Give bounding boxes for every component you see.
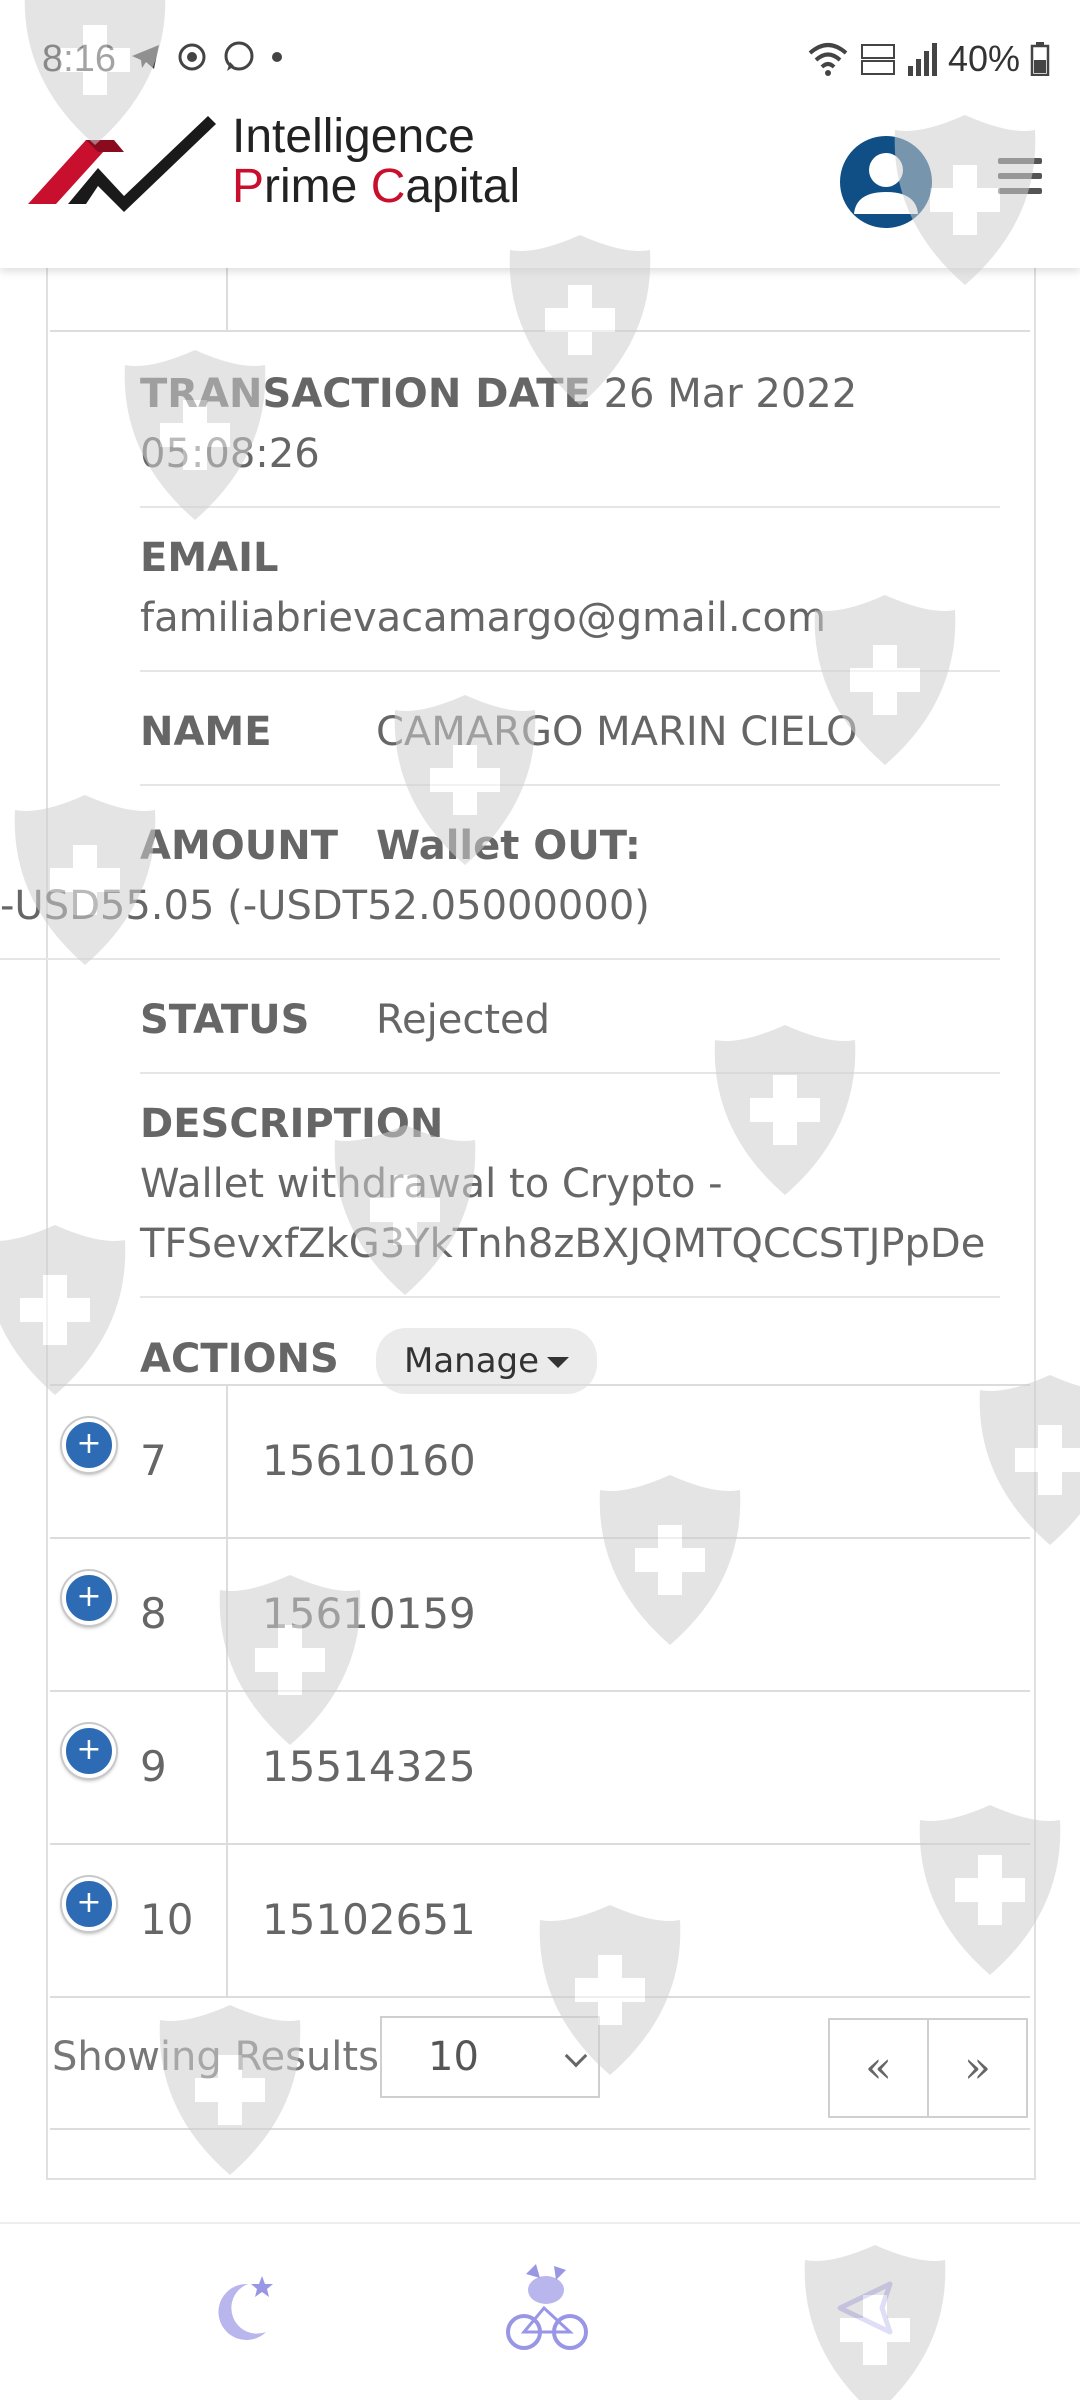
user-icon bbox=[854, 153, 918, 214]
logo-mark-icon bbox=[28, 116, 216, 212]
row-number: 10 bbox=[140, 1895, 194, 1944]
signal-icon bbox=[907, 43, 937, 76]
page-size-select[interactable]: 10 bbox=[380, 2016, 600, 2098]
chevron-down-icon bbox=[564, 2044, 588, 2068]
row-number: 7 bbox=[140, 1436, 167, 1485]
showing-results-label: Showing Results bbox=[52, 2034, 379, 2080]
status-value: Rejected bbox=[376, 997, 551, 1043]
bottom-nav bbox=[0, 2222, 1080, 2400]
pagination: « » bbox=[828, 2018, 1028, 2118]
sync-icon bbox=[178, 43, 206, 71]
logo-line-2: Prime Capital bbox=[232, 160, 521, 213]
next-page-button[interactable]: » bbox=[929, 2020, 1026, 2116]
detail-email: EMAIL familiabrievacamargo@gmail.com bbox=[140, 508, 1000, 672]
row-id: 15610159 bbox=[262, 1589, 476, 1638]
expand-row-button[interactable]: + bbox=[62, 1418, 116, 1472]
user-avatar-button[interactable] bbox=[840, 136, 932, 228]
previous-page-button[interactable]: « bbox=[830, 2020, 929, 2116]
expand-row-button[interactable]: + bbox=[62, 1571, 116, 1625]
volte-icon bbox=[860, 44, 895, 75]
logo-line-1: Intelligence bbox=[232, 110, 475, 163]
expand-row-button[interactable]: + bbox=[62, 1877, 116, 1931]
row-id: 15610160 bbox=[262, 1436, 476, 1485]
company-logo[interactable]: Intelligence Prime Capital bbox=[28, 112, 520, 212]
detail-status: STATUS Rejected bbox=[140, 960, 1000, 1074]
row-id: 15514325 bbox=[262, 1742, 476, 1791]
battery-percentage: 40% bbox=[947, 38, 1020, 79]
detail-amount: AMOUNT Wallet OUT: -USD55.05 (-USDT52.050… bbox=[0, 786, 1000, 960]
table-row[interactable]: + 10 15102651 bbox=[50, 1843, 1030, 1998]
wifi-icon bbox=[808, 43, 848, 76]
table-row[interactable]: + 7 15610160 bbox=[50, 1384, 1030, 1539]
battery-icon bbox=[1030, 42, 1050, 76]
status-time: 8:16 bbox=[42, 38, 116, 80]
detail-description: DESCRIPTION Wallet withdrawal to Crypto … bbox=[140, 1074, 1000, 1298]
dot-icon bbox=[272, 52, 282, 62]
row-number: 9 bbox=[140, 1742, 167, 1791]
whatsapp-icon bbox=[224, 41, 254, 71]
row-id: 15102651 bbox=[262, 1895, 476, 1944]
cyclist-mascot-icon[interactable] bbox=[496, 2256, 596, 2356]
expand-row-button[interactable]: + bbox=[62, 1724, 116, 1778]
detail-name: NAME CAMARGO MARIN CIELO bbox=[140, 672, 1000, 786]
hamburger-menu-icon[interactable] bbox=[998, 158, 1042, 194]
telegram-icon bbox=[132, 45, 159, 69]
table-row[interactable]: + 9 15514325 bbox=[50, 1690, 1030, 1845]
transaction-details: TRANSACTION DATE 26 Mar 2022 05:08:26 EM… bbox=[0, 334, 1000, 1416]
detail-transaction-date: TRANSACTION DATE 26 Mar 2022 05:08:26 bbox=[140, 334, 1000, 508]
moon-star-icon[interactable] bbox=[196, 2262, 286, 2352]
caret-down-icon bbox=[547, 1357, 570, 1368]
back-triangle-icon[interactable] bbox=[820, 2262, 910, 2352]
status-bar: 8:16 40% bbox=[0, 0, 1080, 110]
table-footer: Showing Results 10 « » bbox=[50, 1996, 1030, 2130]
table-row[interactable]: + 8 15610159 bbox=[50, 1537, 1030, 1692]
row-number: 8 bbox=[140, 1589, 167, 1638]
